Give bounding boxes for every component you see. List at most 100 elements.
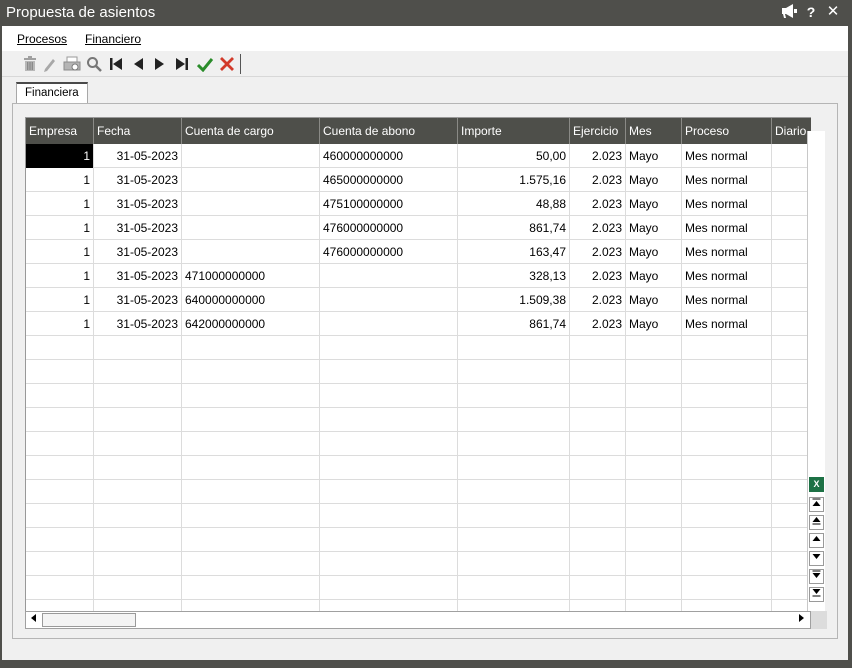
cell-ejercicio[interactable]: 2.023 (570, 216, 626, 240)
cell-importe[interactable] (458, 480, 570, 504)
cell-cargo[interactable]: 640000000000 (182, 288, 320, 312)
table-row[interactable]: 1 31-05-2023 475100000000 48,88 2.023 Mayo Mes… (26, 192, 811, 216)
scroll-up-icon[interactable] (809, 533, 824, 548)
cell-mes[interactable] (626, 480, 682, 504)
cell-cargo[interactable] (182, 384, 320, 408)
help-icon[interactable]: ? (802, 3, 820, 21)
cell-empresa[interactable] (26, 456, 94, 480)
cell-importe[interactable]: 1.575,16 (458, 168, 570, 192)
cell-abono[interactable] (320, 528, 458, 552)
cell-fecha[interactable]: 31-05-2023 (94, 240, 182, 264)
cell-ejercicio[interactable] (570, 432, 626, 456)
cell-mes[interactable] (626, 576, 682, 600)
cell-diario[interactable] (772, 192, 811, 216)
last-record-icon[interactable] (172, 54, 192, 74)
cell-mes[interactable]: Mayo (626, 216, 682, 240)
empty-row[interactable] (26, 528, 811, 552)
cell-diario[interactable] (772, 552, 811, 576)
scroll-down-icon[interactable] (809, 551, 824, 566)
cell-proceso[interactable]: Mes normal (682, 288, 772, 312)
cell-proceso[interactable] (682, 480, 772, 504)
cell-fecha[interactable] (94, 576, 182, 600)
cell-empresa[interactable]: 1 (26, 312, 94, 336)
cell-mes[interactable] (626, 504, 682, 528)
cell-empresa[interactable]: 1 (26, 144, 94, 168)
close-icon[interactable]: ✕ (824, 3, 842, 21)
cell-empresa[interactable] (26, 360, 94, 384)
cell-abono[interactable] (320, 456, 458, 480)
cell-proceso[interactable]: Mes normal (682, 144, 772, 168)
cell-importe[interactable]: 861,74 (458, 312, 570, 336)
scroll-page-down-icon[interactable] (809, 569, 824, 584)
cell-mes[interactable] (626, 432, 682, 456)
empty-row[interactable] (26, 384, 811, 408)
cell-cargo[interactable] (182, 528, 320, 552)
cell-diario[interactable] (772, 456, 811, 480)
cell-fecha[interactable] (94, 552, 182, 576)
cell-empresa[interactable] (26, 600, 94, 611)
first-record-icon[interactable] (106, 54, 126, 74)
cell-fecha[interactable] (94, 528, 182, 552)
cell-fecha[interactable]: 31-05-2023 (94, 264, 182, 288)
cell-fecha[interactable] (94, 600, 182, 611)
table-row[interactable]: 1 31-05-2023 476000000000 861,74 2.023 Mayo Me… (26, 216, 811, 240)
cell-ejercicio[interactable]: 2.023 (570, 288, 626, 312)
cell-diario[interactable] (772, 144, 811, 168)
table-row[interactable]: 1 31-05-2023 476000000000 163,47 2.023 Mayo Me… (26, 240, 811, 264)
cell-diario[interactable] (772, 528, 811, 552)
cell-proceso[interactable]: Mes normal (682, 192, 772, 216)
cell-cargo[interactable] (182, 432, 320, 456)
cell-cargo[interactable] (182, 600, 320, 611)
cell-proceso[interactable]: Mes normal (682, 168, 772, 192)
cell-importe[interactable] (458, 336, 570, 360)
cell-ejercicio[interactable] (570, 528, 626, 552)
cell-proceso[interactable] (682, 504, 772, 528)
cell-empresa[interactable] (26, 336, 94, 360)
cell-mes[interactable]: Mayo (626, 264, 682, 288)
cell-fecha[interactable]: 31-05-2023 (94, 192, 182, 216)
cell-ejercicio[interactable] (570, 552, 626, 576)
cell-fecha[interactable]: 31-05-2023 (94, 144, 182, 168)
cell-cargo[interactable] (182, 360, 320, 384)
scroll-right-icon[interactable] (794, 613, 808, 627)
empty-row[interactable] (26, 504, 811, 528)
cell-cargo[interactable] (182, 456, 320, 480)
column-header-diario[interactable]: Diario (772, 118, 811, 144)
cell-importe[interactable] (458, 600, 570, 611)
cell-proceso[interactable] (682, 576, 772, 600)
cell-importe[interactable] (458, 408, 570, 432)
cell-proceso[interactable] (682, 408, 772, 432)
cell-mes[interactable]: Mayo (626, 312, 682, 336)
horizontal-scrollbar[interactable] (25, 611, 811, 629)
cell-abono[interactable]: 476000000000 (320, 240, 458, 264)
cell-empresa[interactable] (26, 504, 94, 528)
cell-abono[interactable]: 460000000000 (320, 144, 458, 168)
cell-abono[interactable] (320, 432, 458, 456)
cell-mes[interactable] (626, 600, 682, 611)
empty-row[interactable] (26, 552, 811, 576)
cell-importe[interactable] (458, 576, 570, 600)
cell-abono[interactable] (320, 288, 458, 312)
cell-importe[interactable]: 163,47 (458, 240, 570, 264)
cell-cargo[interactable] (182, 480, 320, 504)
print-preview-icon[interactable] (62, 54, 82, 74)
table-row[interactable]: 1 31-05-2023 642000000000 861,74 2.023 Mayo Me… (26, 312, 811, 336)
cell-fecha[interactable]: 31-05-2023 (94, 288, 182, 312)
cell-cargo[interactable]: 471000000000 (182, 264, 320, 288)
cell-ejercicio[interactable]: 2.023 (570, 312, 626, 336)
previous-record-icon[interactable] (128, 54, 148, 74)
cell-mes[interactable]: Mayo (626, 288, 682, 312)
cell-fecha[interactable] (94, 384, 182, 408)
column-header-proceso[interactable]: Proceso (682, 118, 772, 144)
cell-proceso[interactable]: Mes normal (682, 264, 772, 288)
tab-financiera[interactable]: Financiera (16, 82, 88, 104)
cell-importe[interactable] (458, 360, 570, 384)
cell-cargo[interactable] (182, 192, 320, 216)
search-icon[interactable] (84, 54, 104, 74)
cell-fecha[interactable] (94, 360, 182, 384)
cell-empresa[interactable]: 1 (26, 288, 94, 312)
cell-mes[interactable] (626, 456, 682, 480)
menu-financiero[interactable]: Financiero (85, 32, 141, 46)
scroll-page-up-icon[interactable] (809, 515, 824, 530)
cell-abono[interactable] (320, 552, 458, 576)
